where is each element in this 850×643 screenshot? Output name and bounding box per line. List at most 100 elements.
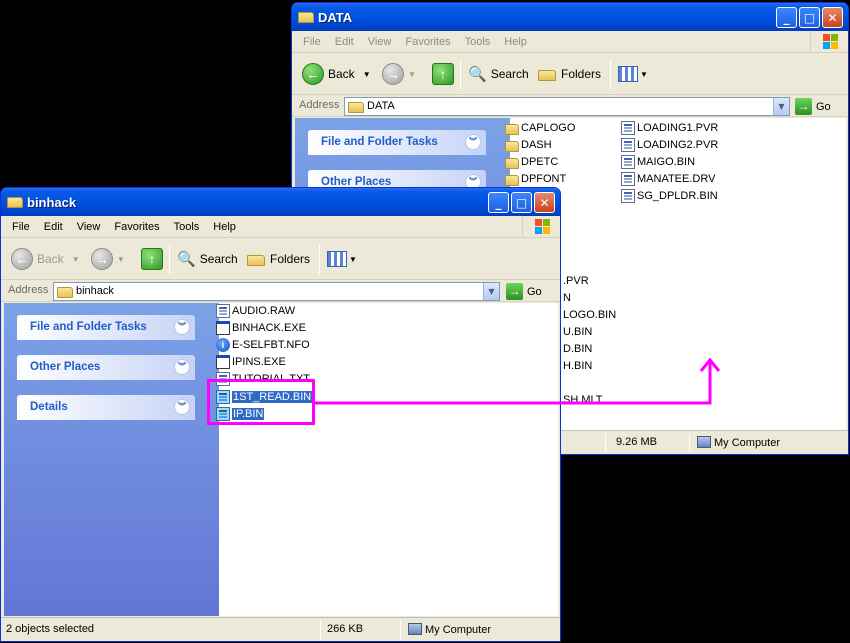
list-item[interactable]: H.BIN (563, 358, 592, 374)
list-item[interactable]: D.BIN (563, 341, 592, 357)
windows-logo-icon (810, 31, 848, 52)
up-folder-button[interactable]: ↑ (141, 246, 167, 272)
menu-favorites[interactable]: Favorites (107, 221, 166, 233)
task-box-file-folder-tasks[interactable]: File and Folder Tasks ︾ (17, 315, 195, 340)
address-label: Address (8, 284, 49, 296)
window-title: binhack (27, 195, 77, 210)
list-item[interactable]: DPFONT (505, 171, 566, 187)
file-list[interactable]: AUDIO.RAW BINHACK.EXE i E-SELFBT.NFO IPIN… (216, 303, 558, 616)
folders-icon (247, 254, 265, 266)
task-box-details[interactable]: Details ︾ (17, 395, 195, 420)
folders-button[interactable]: Folders (538, 61, 601, 87)
up-folder-icon: ↑ (432, 63, 454, 85)
info-icon: i (216, 338, 230, 352)
menu-favorites[interactable]: Favorites (398, 36, 457, 48)
search-button[interactable]: 🔍 Search (177, 246, 238, 272)
minimize-button[interactable]: _ (488, 192, 509, 213)
chevron-down-icon[interactable]: ︾ (465, 134, 481, 150)
list-item[interactable]: DPETC (505, 154, 558, 170)
address-dropdown[interactable]: ▼ (773, 98, 789, 115)
list-item[interactable]: MANATEE.DRV (621, 171, 715, 187)
list-item[interactable]: SG_DPLDR.BIN (621, 188, 718, 204)
address-bar: Address DATA ▼ → Go (292, 95, 848, 117)
views-button[interactable]: ▼ (327, 246, 357, 272)
search-icon: 🔍 (468, 66, 487, 83)
folder-icon (505, 174, 519, 186)
views-button[interactable]: ▼ (618, 61, 648, 87)
menu-view[interactable]: View (361, 36, 399, 48)
go-button[interactable]: → Go (506, 283, 542, 300)
back-arrow-icon: ← (302, 63, 324, 85)
status-bar: 2 objects selected 266 KB My Computer (1, 617, 560, 641)
forward-arrow-icon: → (91, 248, 113, 270)
data-window-titlebar[interactable]: DATA _ □ ✕ (292, 3, 848, 31)
list-item[interactable]: .PVR (563, 273, 589, 289)
task-box-other-places[interactable]: Other Places ︾ (17, 355, 195, 380)
folders-button[interactable]: Folders (247, 246, 310, 272)
toolbar: ← Back ▼ → ▼ ↑ 🔍 Search Folders ▼ (1, 238, 560, 280)
forward-arrow-icon: → (382, 63, 404, 85)
list-item[interactable]: U.BIN (563, 324, 592, 340)
folder-icon (57, 287, 73, 298)
list-item[interactable]: CAPLOGO (505, 120, 575, 136)
menu-file[interactable]: File (5, 221, 37, 233)
search-button[interactable]: 🔍 Search (468, 61, 529, 87)
maximize-button[interactable]: □ (799, 7, 820, 28)
status-zone: My Computer (408, 623, 491, 636)
list-item[interactable]: IPINS.EXE (216, 354, 286, 370)
close-button[interactable]: ✕ (534, 192, 555, 213)
list-item[interactable]: LOADING2.PVR (621, 137, 718, 153)
file-icon (216, 304, 230, 318)
status-size: 9.26 MB (616, 436, 657, 448)
folder-icon (505, 140, 519, 152)
list-item[interactable]: BINHACK.EXE (216, 320, 306, 336)
views-icon (618, 66, 638, 82)
list-item[interactable]: LOGO.BIN (563, 307, 616, 323)
file-icon (621, 121, 635, 135)
toolbar: ← Back ▼ → ▼ ↑ 🔍 Search Folders ▼ (292, 53, 848, 95)
chevron-down-icon[interactable]: ︾ (174, 359, 190, 375)
list-item[interactable]: MAIGO.BIN (621, 154, 695, 170)
chevron-down-icon[interactable]: ︾ (174, 399, 190, 415)
address-input[interactable]: binhack ▼ (53, 282, 500, 301)
address-input[interactable]: DATA ▼ (344, 97, 790, 116)
forward-button[interactable]: → ▼ (91, 246, 125, 272)
folder-icon (7, 197, 23, 208)
close-button[interactable]: ✕ (822, 7, 843, 28)
file-icon (621, 138, 635, 152)
up-folder-button[interactable]: ↑ (432, 61, 458, 87)
file-icon (621, 155, 635, 169)
list-item[interactable]: LOADING1.PVR (621, 120, 718, 136)
task-box-file-folder-tasks[interactable]: File and Folder Tasks ︾ (308, 130, 486, 155)
go-arrow-icon: → (795, 98, 812, 115)
address-dropdown[interactable]: ▼ (483, 283, 499, 300)
folder-icon (505, 157, 519, 169)
list-item[interactable]: N (563, 290, 571, 306)
binhack-window-titlebar[interactable]: binhack _ □ ✕ (1, 188, 560, 216)
list-item[interactable]: DASH (505, 137, 552, 153)
up-folder-icon: ↑ (141, 248, 163, 270)
address-label: Address (299, 99, 340, 111)
list-item[interactable]: i E-SELFBT.NFO (216, 337, 310, 353)
search-icon: 🔍 (177, 251, 196, 268)
menu-help[interactable]: Help (206, 221, 243, 233)
forward-button[interactable]: → ▼ (382, 61, 416, 87)
menu-tools[interactable]: Tools (458, 36, 498, 48)
menu-view[interactable]: View (70, 221, 108, 233)
menu-tools[interactable]: Tools (167, 221, 207, 233)
menu-edit[interactable]: Edit (37, 221, 70, 233)
address-bar: Address binhack ▼ → Go (1, 280, 560, 302)
menu-edit[interactable]: Edit (328, 36, 361, 48)
file-icon (621, 189, 635, 203)
list-item[interactable]: AUDIO.RAW (216, 303, 295, 319)
minimize-button[interactable]: _ (776, 7, 797, 28)
chevron-down-icon[interactable]: ︾ (174, 319, 190, 335)
windows-logo-icon (522, 216, 560, 237)
maximize-button[interactable]: □ (511, 192, 532, 213)
menu-help[interactable]: Help (497, 36, 534, 48)
menu-file[interactable]: File (296, 36, 328, 48)
back-button[interactable]: ← Back ▼ (302, 61, 371, 87)
go-button[interactable]: → Go (795, 98, 831, 115)
back-button[interactable]: ← Back ▼ (11, 246, 80, 272)
list-item[interactable]: SH.MLT (563, 392, 603, 408)
